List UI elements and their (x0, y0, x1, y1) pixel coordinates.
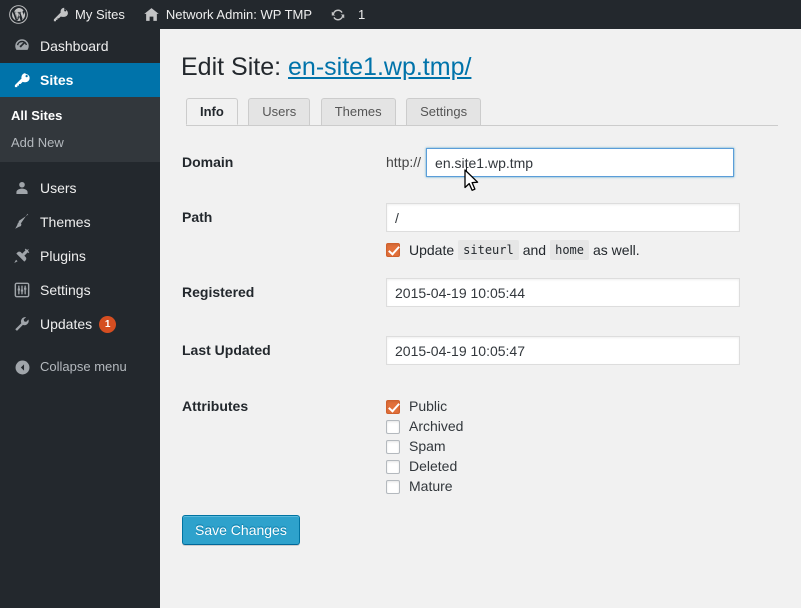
save-changes-button[interactable]: Save Changes (182, 515, 300, 545)
home-icon (143, 6, 160, 23)
sidebar-item-plugins[interactable]: Plugins (0, 239, 160, 273)
sidebar-separator (0, 162, 160, 171)
domain-label: Domain (182, 154, 234, 170)
tab-users[interactable]: Users (248, 98, 311, 125)
attribute-archived: Archived (386, 417, 801, 436)
hint-text-middle: and (522, 242, 547, 258)
page-title: Edit Site: en-site1.wp.tmp/ (160, 29, 801, 90)
admin-bar: My Sites Network Admin: WP TMP 1 (0, 0, 801, 29)
form-row-registered: Registered (160, 278, 801, 307)
attribute-mature: Mature (386, 477, 801, 496)
attribute-public: Public (386, 397, 801, 416)
update-siteurl-hint: Update siteurl and home as well. (386, 240, 801, 260)
path-field-wrap: Update siteurl and home as well. (386, 203, 801, 260)
sidebar-collapse-menu[interactable]: Collapse menu (0, 350, 160, 384)
adminbar-network-admin-label: Network Admin: WP TMP (165, 7, 313, 22)
key-icon (52, 6, 69, 23)
archived-checkbox[interactable] (386, 419, 400, 434)
sidebar-item-plugins-label: Plugins (40, 248, 86, 264)
form-row-path: Path Update siteurl and home as well. (160, 203, 801, 260)
tab-themes[interactable]: Themes (320, 98, 396, 125)
sidebar-item-themes[interactable]: Themes (0, 205, 160, 239)
last-updated-input[interactable] (386, 336, 740, 365)
brush-icon (11, 212, 33, 232)
hint-text-before: Update (409, 242, 455, 258)
spam-label[interactable]: Spam (409, 437, 446, 456)
attributes-label: Attributes (182, 398, 249, 414)
path-input[interactable] (386, 203, 740, 232)
spam-checkbox[interactable] (386, 439, 400, 454)
sidebar-item-dashboard[interactable]: Dashboard (0, 29, 160, 63)
plugin-icon (11, 246, 33, 266)
domain-protocol-prefix: http:// (386, 154, 422, 170)
sidebar-item-themes-label: Themes (40, 214, 91, 230)
registered-input[interactable] (386, 278, 740, 307)
sidebar-item-users-label: Users (40, 180, 77, 196)
tab-settings[interactable]: Settings (406, 98, 482, 125)
admin-sidebar: Dashboard Sites All Sites Add New Users … (0, 29, 168, 608)
mature-checkbox[interactable] (386, 479, 400, 494)
public-checkbox[interactable] (386, 399, 400, 414)
deleted-label[interactable]: Deleted (409, 457, 457, 476)
hint-text-after: as well. (593, 242, 640, 258)
update-icon (330, 7, 346, 23)
domain-input[interactable] (426, 148, 735, 177)
key-icon (11, 70, 33, 90)
sidebar-item-dashboard-label: Dashboard (40, 38, 109, 54)
hint-code-home: home (550, 240, 589, 260)
page-title-prefix: Edit Site: (181, 53, 282, 81)
attributes-field-wrap: Public Archived Spam Deleted Mature (386, 397, 801, 497)
sidebar-item-updates-label: Updates (40, 316, 93, 332)
updates-badge: 1 (99, 315, 117, 333)
registered-field-wrap (386, 278, 801, 307)
edit-site-form: Domain http:// Path Update siteurl and h… (160, 148, 801, 545)
sidebar-subitem-all-sites[interactable]: All Sites (0, 102, 160, 129)
sidebar-item-sites[interactable]: Sites (0, 63, 168, 97)
site-url-link[interactable]: en-site1.wp.tmp/ (288, 53, 471, 81)
sidebar-item-settings-label: Settings (40, 282, 91, 298)
adminbar-updates[interactable]: 1 (321, 0, 374, 29)
sidebar-item-settings[interactable]: Settings (0, 273, 160, 307)
update-siteurl-checkbox[interactable] (386, 243, 400, 257)
adminbar-updates-count: 1 (358, 7, 366, 22)
tab-bar: Info Users Themes Settings (186, 98, 778, 126)
tab-info[interactable]: Info (186, 98, 238, 125)
attribute-spam: Spam (386, 437, 801, 456)
form-row-attributes: Attributes Public Archived Spam Deleted (160, 397, 801, 497)
last-updated-label: Last Updated (182, 342, 271, 358)
sidebar-collapse-label: Collapse menu (40, 359, 127, 374)
wrench-icon (11, 314, 33, 334)
form-row-last-updated: Last Updated (160, 336, 801, 365)
sidebar-item-updates[interactable]: Updates 1 (0, 307, 160, 341)
deleted-checkbox[interactable] (386, 459, 400, 474)
public-label[interactable]: Public (409, 397, 447, 416)
adminbar-my-sites-label: My Sites (75, 7, 125, 22)
sidebar-separator-2 (0, 341, 160, 350)
sidebar-subitem-add-new[interactable]: Add New (0, 129, 160, 156)
settings-icon (11, 280, 33, 300)
collapse-arrow-icon (11, 357, 33, 377)
sidebar-item-sites-label: Sites (40, 72, 74, 88)
adminbar-wp-logo[interactable] (0, 0, 43, 29)
adminbar-network-admin[interactable]: Network Admin: WP TMP (134, 0, 321, 29)
sidebar-item-users[interactable]: Users (0, 171, 160, 205)
archived-label[interactable]: Archived (409, 417, 463, 436)
last-updated-field-wrap (386, 336, 801, 365)
hint-code-siteurl: siteurl (458, 240, 519, 260)
wordpress-icon (9, 5, 28, 24)
text-caret (466, 163, 467, 182)
sidebar-submenu-sites: All Sites Add New (0, 97, 160, 162)
adminbar-my-sites[interactable]: My Sites (43, 0, 134, 29)
domain-field-wrap: http:// (386, 148, 801, 177)
dashboard-icon (11, 36, 33, 56)
mature-label[interactable]: Mature (409, 477, 453, 496)
user-icon (11, 178, 33, 198)
registered-label: Registered (182, 284, 255, 300)
form-row-domain: Domain http:// (160, 148, 801, 177)
path-label: Path (182, 209, 213, 225)
save-button-wrap: Save Changes (160, 497, 801, 545)
main-content: Edit Site: en-site1.wp.tmp/ Info Users T… (160, 29, 801, 608)
attribute-deleted: Deleted (386, 457, 801, 476)
